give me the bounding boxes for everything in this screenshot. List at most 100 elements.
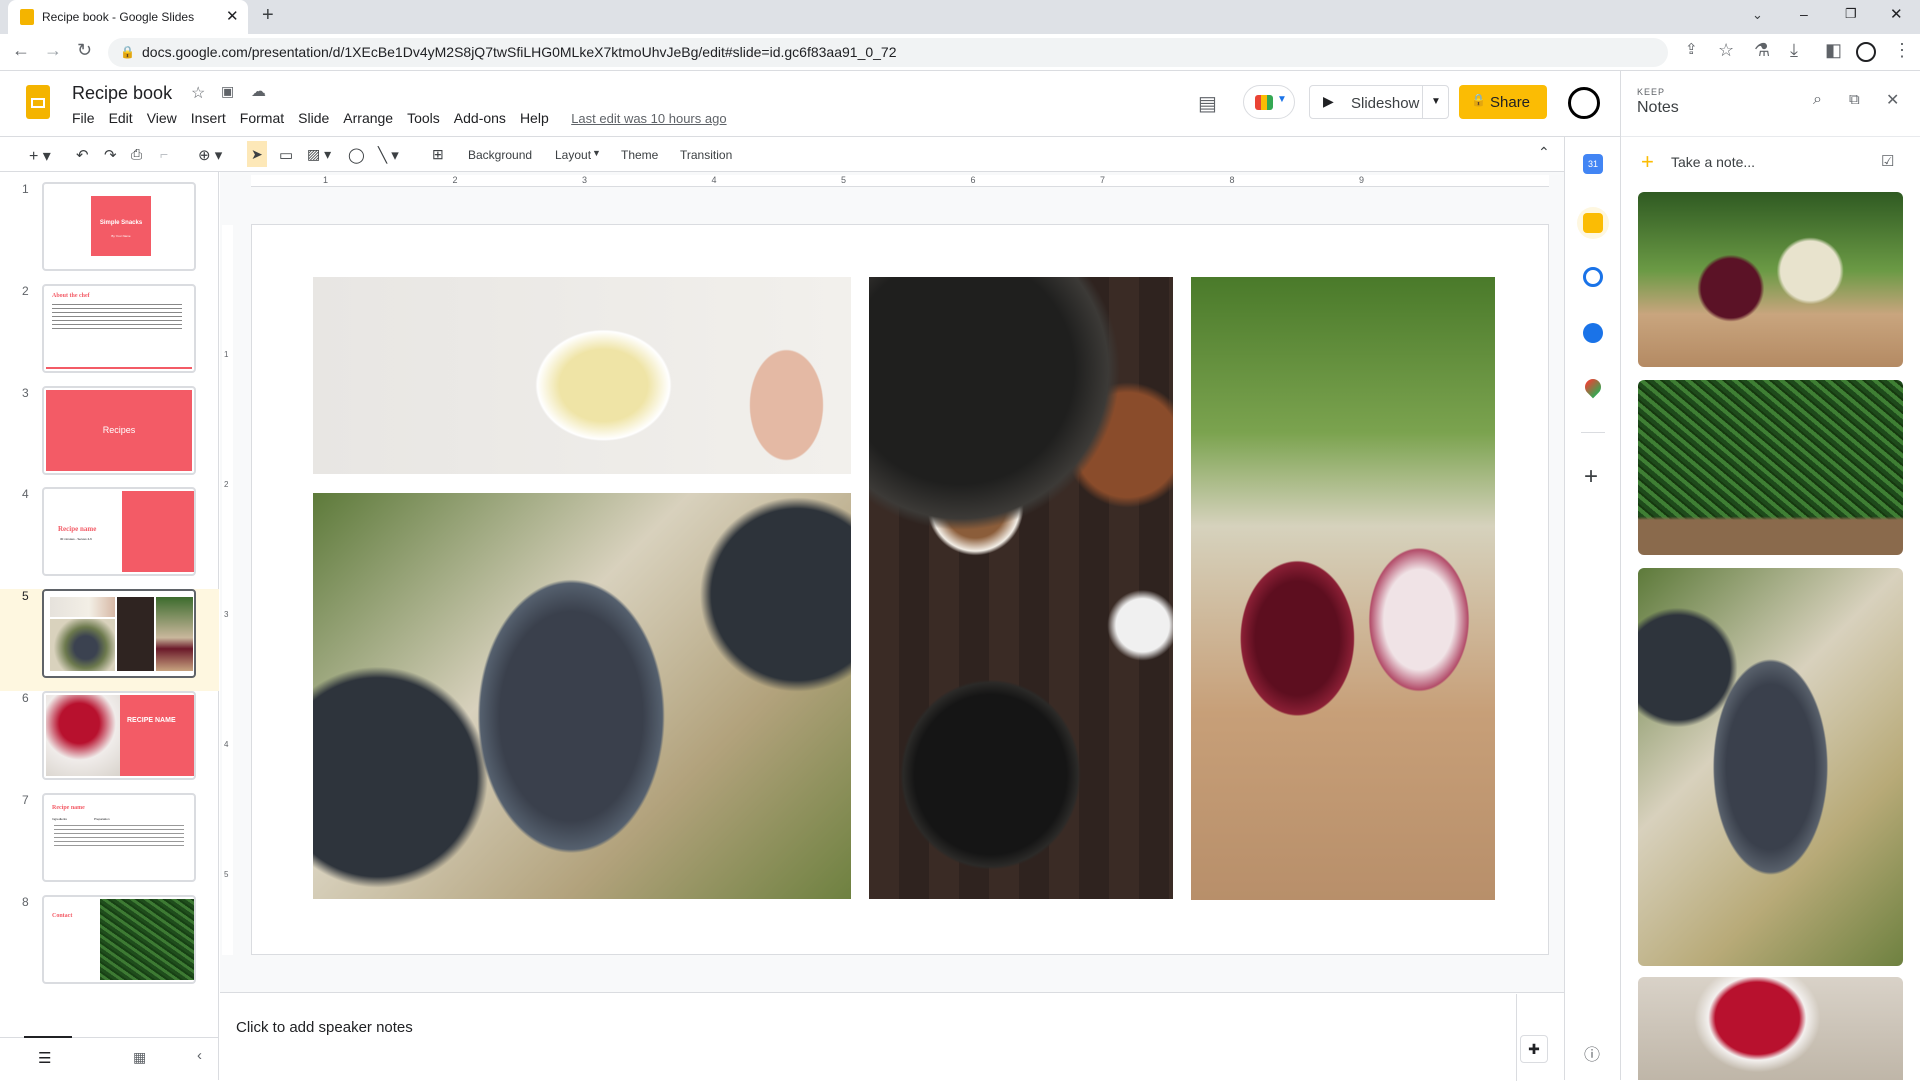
keep-note-raspberries-image[interactable] <box>1638 977 1903 1080</box>
add-addon-icon[interactable]: + <box>1584 463 1598 491</box>
account-avatar[interactable] <box>1568 87 1600 119</box>
minimize-icon[interactable]: – <box>1800 6 1808 22</box>
transition-button[interactable]: Transition <box>680 148 732 162</box>
bookmark-star-icon[interactable]: ☆ <box>1718 40 1734 61</box>
slide-thumbnail-7[interactable]: Recipe name Ingredients Preparation <box>42 793 196 882</box>
close-panel-icon[interactable]: ✕ <box>1886 90 1899 110</box>
slide-thumbnail-3[interactable]: Recipes <box>42 386 196 475</box>
current-slide[interactable] <box>252 225 1548 954</box>
open-in-new-icon[interactable]: ⧉ <box>1849 91 1860 108</box>
ruler-mark: 1 <box>323 175 329 185</box>
new-list-icon[interactable]: ☑ <box>1881 152 1894 170</box>
take-note-input[interactable]: Take a note... <box>1671 154 1755 170</box>
spices-mortar-photo[interactable] <box>869 277 1173 899</box>
paint-format-icon[interactable]: ⌐ <box>160 146 168 162</box>
ruler-mark: 4 <box>711 175 717 185</box>
add-note-icon[interactable]: + <box>1641 149 1654 175</box>
menu-arrange[interactable]: Arrange <box>343 110 393 126</box>
slideshow-button[interactable]: ▶ Slideshow ▼ <box>1309 85 1449 119</box>
collapse-filmstrip-icon[interactable]: ‹ <box>197 1047 202 1064</box>
layout-button[interactable]: Layout <box>555 148 591 162</box>
download-icon[interactable]: ⤓ <box>1790 40 1798 61</box>
last-edit-link[interactable]: Last edit was 10 hours ago <box>571 111 726 126</box>
ginger-tea-photo[interactable] <box>313 277 851 474</box>
slide-thumbnail-6[interactable]: RECIPE NAME <box>42 691 196 780</box>
slide-thumbnail-5[interactable] <box>42 589 196 678</box>
side-panel-icon[interactable]: ◧ <box>1825 40 1842 61</box>
menu-edit[interactable]: Edit <box>109 110 133 126</box>
new-tab-icon[interactable]: + <box>262 4 274 27</box>
slide-thumbnail-2[interactable]: About the chef <box>42 284 196 373</box>
slideshow-dropdown-icon[interactable]: ▼ <box>1431 96 1441 107</box>
chrome-menu-icon[interactable]: ⋮ <box>1893 40 1911 61</box>
menu-format[interactable]: Format <box>240 110 284 126</box>
image-icon[interactable]: ▨ ▾ <box>307 146 331 163</box>
cloud-status-icon[interactable]: ☁ <box>251 82 266 100</box>
slide-thumbnail-1[interactable]: Simple Snacks By Your Name <box>42 182 196 271</box>
document-title[interactable]: Recipe book <box>72 83 172 104</box>
menu-insert[interactable]: Insert <box>191 110 226 126</box>
share-page-icon[interactable]: ⇪ <box>1685 40 1698 58</box>
undo-icon[interactable]: ↶ <box>76 146 89 164</box>
keep-note-vegetables-image[interactable] <box>1638 192 1903 367</box>
slide-thumbnail-4[interactable]: Recipe name 30 minutes - Serves 4-6 <box>42 487 196 576</box>
extension-icon[interactable]: ⚗ <box>1754 40 1770 61</box>
back-icon[interactable]: ← <box>12 40 30 61</box>
profile-avatar[interactable] <box>1856 42 1876 62</box>
restore-icon[interactable]: ❐ <box>1845 6 1857 22</box>
speaker-notes-placeholder[interactable]: Click to add speaker notes <box>236 1019 413 1036</box>
keep-note-grapes-image[interactable] <box>1638 568 1903 966</box>
speaker-notes[interactable]: Click to add speaker notes ✚ <box>220 992 1564 1081</box>
contacts-icon[interactable] <box>1583 323 1603 343</box>
select-icon[interactable]: ➤ <box>247 141 267 167</box>
theme-button[interactable]: Theme <box>621 148 658 162</box>
red-onion-photo[interactable] <box>1191 277 1495 900</box>
chevron-down-icon: ▼ <box>1277 94 1287 105</box>
meet-button[interactable]: ▼ <box>1243 85 1295 119</box>
background-button[interactable]: Background <box>468 148 532 162</box>
grapes-photo[interactable] <box>313 493 851 899</box>
menu-file[interactable]: File <box>72 110 95 126</box>
close-tab-icon[interactable]: ✕ <box>226 7 239 25</box>
info-icon[interactable]: ⓘ <box>1584 1041 1600 1065</box>
menu-bar: File Edit View Insert Format Slide Arrange Tool… <box>72 110 741 128</box>
grid-view-icon[interactable]: ▦ <box>133 1049 146 1066</box>
collapse-toolbar-icon[interactable]: ⌃ <box>1538 144 1550 161</box>
close-window-icon[interactable]: ✕ <box>1890 5 1903 23</box>
redo-icon[interactable]: ↷ <box>104 146 117 164</box>
maps-icon[interactable] <box>1581 375 1605 399</box>
shape-icon[interactable]: ◯ <box>348 146 365 164</box>
menu-tools[interactable]: Tools <box>407 110 440 126</box>
url-input[interactable]: 🔒 docs.google.com/presentation/d/1XEcBe1… <box>108 38 1668 67</box>
zoom-icon[interactable]: ⊕ ▾ <box>198 146 222 164</box>
calendar-icon[interactable]: 31 <box>1583 154 1603 174</box>
keep-note-green-beans-image[interactable] <box>1638 380 1903 555</box>
tasks-icon[interactable] <box>1583 267 1603 287</box>
menu-slide[interactable]: Slide <box>298 110 329 126</box>
filmstrip-view-icon[interactable]: ☰ <box>38 1049 51 1067</box>
forward-icon[interactable]: → <box>44 40 62 61</box>
menu-view[interactable]: View <box>147 110 177 126</box>
comment-add-icon[interactable]: ⊞ <box>432 146 444 163</box>
menu-help[interactable]: Help <box>520 110 549 126</box>
slide-thumbnail-8[interactable]: Contact <box>42 895 196 984</box>
move-folder-icon[interactable]: ▣ <box>221 83 234 100</box>
line-icon[interactable]: ╲ ▾ <box>378 146 399 164</box>
tab-search-icon[interactable]: ⌄ <box>1752 7 1763 23</box>
vertical-ruler[interactable]: 1 2 3 4 5 <box>222 225 233 955</box>
textbox-icon[interactable]: ▭ <box>279 146 293 164</box>
keep-icon[interactable] <box>1583 213 1603 233</box>
keep-search-icon[interactable]: ⌕ <box>1813 91 1822 109</box>
menu-addons[interactable]: Add-ons <box>454 110 506 126</box>
slides-logo-icon[interactable] <box>26 85 50 119</box>
reload-icon[interactable]: ↻ <box>77 40 92 61</box>
ruler-mark: 1 <box>224 350 229 359</box>
star-icon[interactable]: ☆ <box>191 83 205 103</box>
new-slide-icon[interactable]: + ▾ <box>29 146 51 166</box>
explore-icon[interactable]: ✚ <box>1520 1035 1548 1063</box>
share-button[interactable]: 🔒 Share <box>1459 85 1547 119</box>
browser-tab[interactable]: Recipe book - Google Slides ✕ <box>8 0 248 34</box>
print-icon[interactable]: ⎙ <box>131 146 142 163</box>
comments-icon[interactable]: ▤ <box>1198 91 1217 116</box>
horizontal-ruler[interactable]: 1 2 3 4 5 6 7 8 9 <box>251 175 1549 187</box>
